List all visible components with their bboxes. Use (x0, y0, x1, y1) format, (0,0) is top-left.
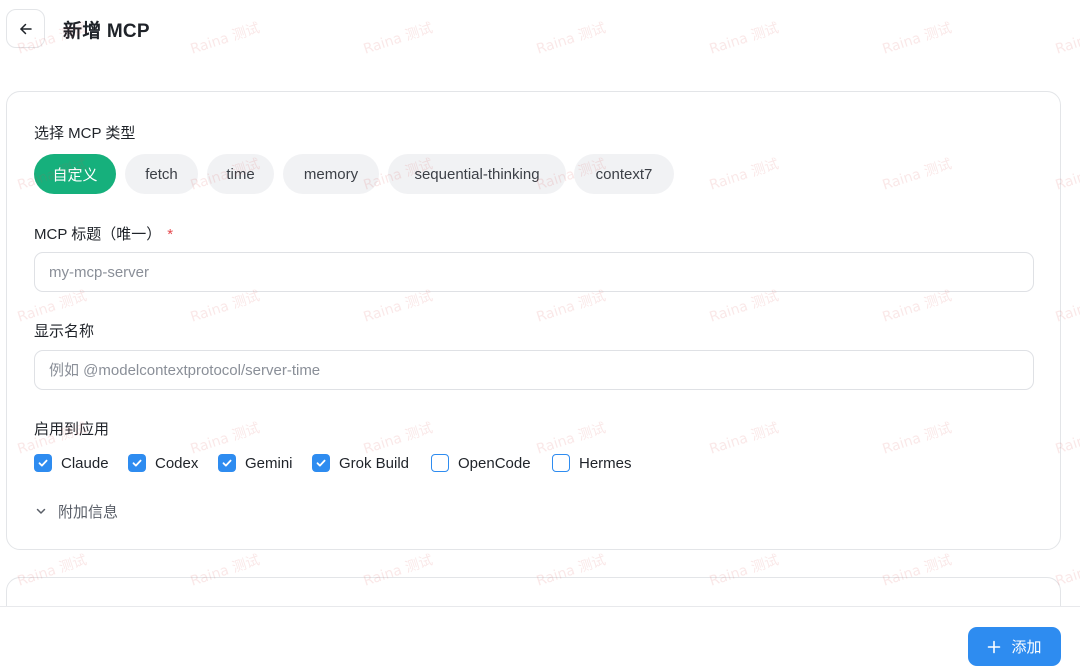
apps-label: 启用到应用 (34, 421, 110, 438)
app-checkbox-gemini[interactable]: Gemini (218, 453, 293, 473)
checkbox-unchecked-icon (552, 454, 570, 472)
chip-sequential-thinking[interactable]: sequential-thinking (388, 154, 566, 194)
chip-fetch[interactable]: fetch (125, 154, 198, 194)
page-header: 新增 MCP (0, 0, 1080, 60)
display-name-input[interactable] (34, 350, 1034, 390)
required-mark: * (167, 226, 174, 243)
checkbox-unchecked-icon (431, 454, 449, 472)
footer-bar: 添加 (0, 606, 1080, 672)
mcp-type-label: 选择 MCP 类型 (34, 125, 136, 142)
chip-memory[interactable]: memory (283, 154, 379, 194)
chip-custom[interactable]: 自定义 (34, 154, 116, 194)
checkbox-checked-icon (128, 454, 146, 472)
checkbox-checked-icon (34, 454, 52, 472)
app-checkbox-grok-build[interactable]: Grok Build (312, 453, 409, 473)
display-name-label: 显示名称 (34, 323, 95, 340)
plus-icon (987, 640, 1001, 654)
app-label-gemini: Gemini (245, 454, 293, 472)
chevron-down-icon (34, 504, 48, 518)
arrow-left-icon (18, 21, 34, 37)
app-checkbox-hermes[interactable]: Hermes (552, 453, 632, 473)
extra-info-label: 附加信息 (58, 503, 119, 521)
chip-context7[interactable]: context7 (574, 154, 674, 194)
chip-time[interactable]: time (207, 154, 274, 194)
app-label-grok-build: Grok Build (339, 454, 410, 472)
mcp-title-input[interactable] (34, 252, 1034, 292)
app-checkbox-codex[interactable]: Codex (128, 453, 198, 473)
app-label-claude: Claude (61, 454, 109, 472)
extra-info-toggle[interactable]: 附加信息 (34, 501, 118, 521)
page-title: 新增 MCP (63, 21, 150, 42)
app-checkbox-opencode[interactable]: OpenCode (431, 453, 531, 473)
app-label-hermes: Hermes (579, 454, 632, 472)
checkbox-checked-icon (312, 454, 330, 472)
app-checkbox-claude[interactable]: Claude (34, 453, 109, 473)
mcp-form-card: 选择 MCP 类型 自定义 fetch time memory sequenti… (6, 91, 1061, 550)
app-label-codex: Codex (155, 454, 199, 472)
add-button[interactable]: 添加 (968, 627, 1061, 666)
mcp-title-label: MCP 标题（唯一） * (34, 223, 173, 244)
checkbox-checked-icon (218, 454, 236, 472)
app-label-opencode: OpenCode (458, 454, 531, 472)
back-button[interactable] (6, 9, 45, 48)
mcp-title-label-text: MCP 标题（唯一） (34, 226, 162, 243)
add-button-label: 添加 (1011, 639, 1042, 656)
